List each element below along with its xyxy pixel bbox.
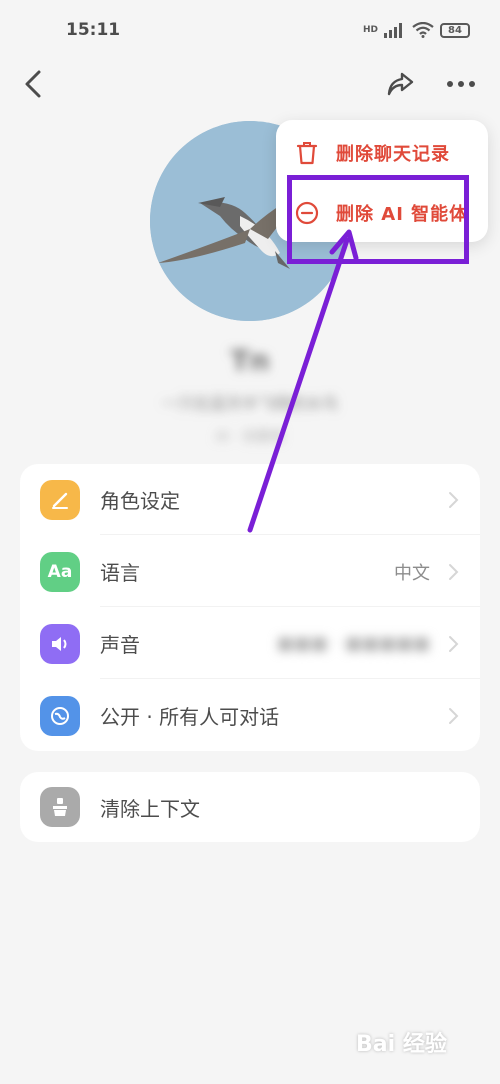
bot-name: Tn bbox=[230, 344, 270, 377]
settings-row-role[interactable]: 角色设定 bbox=[20, 464, 480, 535]
signal-icon bbox=[384, 23, 402, 38]
bot-meta: AI · 创建者 bbox=[215, 429, 285, 445]
annotation-highlight-box bbox=[287, 175, 469, 264]
delete-chat-history-label: 删除聊天记录 bbox=[336, 143, 450, 165]
divider bbox=[100, 678, 480, 679]
status-bar: 15:11 HD 84 bbox=[0, 0, 500, 56]
clear-context-card[interactable]: 清除上下文 bbox=[20, 772, 480, 842]
settings-row-label: 公开 · 所有人可对话 bbox=[100, 705, 280, 729]
trash-icon bbox=[296, 141, 318, 164]
settings-row-label: 声音 bbox=[100, 633, 140, 657]
settings-row-label: 角色设定 bbox=[100, 489, 180, 513]
chevron-right-icon bbox=[449, 635, 459, 652]
wifi-icon bbox=[412, 22, 434, 38]
settings-card: 角色设定 Aa 语言 中文 声音 ■■■ · ■■■■■ 公开 · 所有人可对话 bbox=[20, 464, 480, 751]
chevron-right-icon bbox=[449, 563, 459, 580]
clear-context-row[interactable]: 清除上下文 bbox=[20, 772, 480, 842]
settings-row-visibility[interactable]: 公开 · 所有人可对话 bbox=[20, 680, 480, 751]
voice-value-blurred: ■■■ · ■■■■■ bbox=[276, 633, 430, 654]
language-value: 中文 bbox=[394, 562, 430, 584]
broom-icon bbox=[40, 787, 80, 827]
clear-context-label: 清除上下文 bbox=[100, 796, 200, 821]
bot-description: 一只在蓝天中飞翔的水鸟 bbox=[161, 394, 338, 413]
globe-icon bbox=[40, 695, 80, 736]
delete-chat-history-item[interactable]: 删除聊天记录 bbox=[276, 122, 488, 183]
status-icons: HD 84 bbox=[363, 20, 470, 40]
speaker-icon bbox=[40, 623, 80, 664]
status-time: 15:11 bbox=[66, 20, 121, 40]
chevron-right-icon bbox=[449, 491, 459, 508]
more-options-icon[interactable] bbox=[444, 68, 478, 100]
divider bbox=[100, 606, 480, 607]
watermark-logo: Bai 经验 bbox=[356, 1032, 447, 1057]
battery-indicator: 84 bbox=[440, 22, 470, 38]
settings-row-language[interactable]: Aa 语言 中文 bbox=[20, 536, 480, 607]
settings-row-label: 语言 bbox=[100, 561, 140, 585]
settings-row-voice[interactable]: 声音 ■■■ · ■■■■■ bbox=[20, 608, 480, 679]
network-type-label: HD bbox=[362, 25, 378, 35]
pen-icon bbox=[40, 479, 80, 520]
back-icon[interactable] bbox=[18, 66, 50, 102]
share-icon[interactable] bbox=[384, 68, 416, 100]
divider bbox=[100, 534, 480, 535]
language-icon: Aa bbox=[40, 551, 80, 592]
top-bar bbox=[0, 56, 500, 112]
chevron-right-icon bbox=[449, 707, 459, 724]
